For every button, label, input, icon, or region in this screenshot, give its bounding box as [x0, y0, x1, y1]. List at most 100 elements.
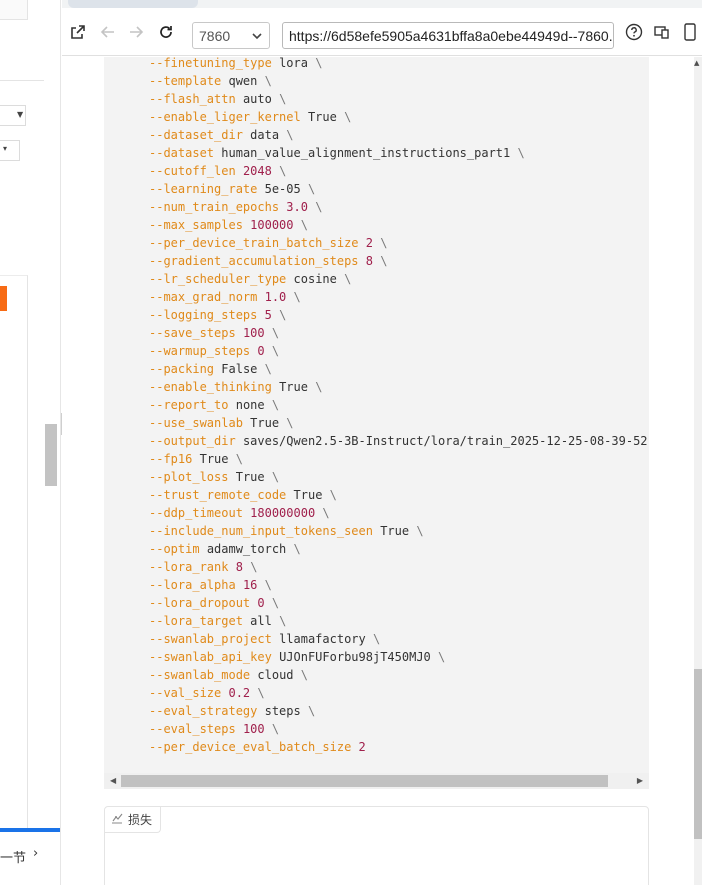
open-external-icon[interactable]: [68, 22, 88, 42]
code-value: lora: [279, 57, 308, 70]
scroll-left-icon[interactable]: ◀: [110, 776, 116, 785]
browser-tab-active[interactable]: [68, 0, 198, 8]
reload-icon[interactable]: [156, 22, 176, 42]
help-icon[interactable]: [624, 22, 644, 42]
code-value: 2: [358, 740, 366, 754]
phone-icon[interactable]: [680, 22, 700, 42]
code-value: human_value_alignment_instructions_part1: [221, 146, 511, 160]
code-line: --output_dir saves/Qwen2.5-3B-Instruct/l…: [149, 432, 649, 450]
code-value: True: [250, 416, 280, 430]
active-orange-bar[interactable]: [0, 286, 7, 311]
code-value: 2: [365, 236, 373, 250]
code-flag: --fp16: [149, 452, 193, 466]
tab-strip: [62, 0, 702, 8]
caret-down-icon: ▼: [17, 110, 24, 119]
scroll-right-icon[interactable]: ▶: [637, 776, 643, 785]
page-content: --finetuning_type lora \ --template qwen …: [62, 57, 694, 885]
left-pane-tab[interactable]: [0, 0, 28, 20]
code-line: --eval_strategy steps \: [149, 702, 649, 720]
line-continuation: \: [271, 722, 280, 736]
horizontal-scrollbar-thumb[interactable]: [121, 775, 608, 787]
line-continuation: \: [315, 200, 323, 214]
code-line: --lora_dropout 0 \: [149, 594, 649, 612]
code-line: --ddp_timeout 180000000 \: [149, 504, 649, 522]
code-flag: --finetuning_type: [149, 57, 272, 70]
left-dropdown-small[interactable]: ▾: [0, 140, 20, 161]
line-continuation: \: [315, 380, 323, 394]
code-line: --enable_liger_kernel True \: [149, 108, 649, 126]
line-continuation: \: [271, 596, 280, 610]
code-value: True: [307, 110, 337, 124]
command-code-block[interactable]: --finetuning_type lora \ --template qwen …: [104, 57, 649, 789]
code-line: --warmup_steps 0 \: [149, 342, 649, 360]
code-value: 100: [242, 326, 265, 340]
code-line: --cutoff_len 2048 \: [149, 162, 649, 180]
code-value: 8: [365, 254, 373, 268]
chevron-right-icon[interactable]: ›: [33, 846, 38, 861]
line-continuation: \: [279, 614, 287, 628]
code-line: --report_to none \: [149, 396, 649, 414]
code-line: --packing False \: [149, 360, 649, 378]
code-flag: --enable_thinking: [149, 380, 272, 394]
caret-down-icon: ▾: [3, 144, 8, 153]
left-dropdown[interactable]: ▼: [0, 105, 26, 126]
chart-icon: [111, 812, 123, 827]
line-continuation: \: [279, 164, 287, 178]
back-icon[interactable]: [98, 22, 118, 42]
code-line: --per_device_eval_batch_size 2: [149, 738, 649, 756]
code-value: 5: [264, 308, 272, 322]
code-line: --trust_remote_code True \: [149, 486, 649, 504]
code-value: 0: [257, 344, 265, 358]
code-value: 3.0: [286, 200, 308, 214]
code-line: --lora_rank 8 \: [149, 558, 649, 576]
code-line: --save_steps 100 \: [149, 324, 649, 342]
code-value: True: [380, 524, 410, 538]
code-value: llamafactory: [279, 632, 366, 646]
next-section-link[interactable]: 一节: [0, 847, 26, 866]
line-continuation: \: [307, 704, 316, 718]
vertical-scrollbar[interactable]: ▲: [694, 57, 702, 885]
code-flag: --enable_liger_kernel: [149, 110, 301, 124]
code-value: adamw_torch: [206, 542, 287, 556]
code-flag: --report_to: [149, 398, 229, 412]
code-flag: --lora_target: [149, 614, 243, 628]
vertical-scrollbar-thumb[interactable]: [694, 669, 702, 839]
scroll-up-icon[interactable]: ▲: [694, 59, 699, 67]
code-value: True: [279, 380, 308, 394]
code-line: --template qwen \: [149, 72, 649, 90]
code-line: --lr_scheduler_type cosine \: [149, 270, 649, 288]
divider: [0, 80, 44, 81]
code-flag: --ddp_timeout: [149, 506, 243, 520]
code-line: --max_samples 100000 \: [149, 216, 649, 234]
code-lines: --finetuning_type lora \ --template qwen …: [149, 57, 649, 756]
code-value: 0.2: [228, 686, 251, 700]
code-flag: --output_dir: [149, 434, 236, 448]
code-line: --use_swanlab True \: [149, 414, 649, 432]
line-continuation: \: [271, 398, 280, 412]
code-value: 100: [242, 722, 265, 736]
code-value: 5e-05: [264, 182, 301, 196]
code-line: --lora_target all \: [149, 612, 649, 630]
horizontal-scrollbar[interactable]: ◀ ▶: [104, 773, 649, 789]
code-value: 100000: [250, 218, 294, 232]
port-select[interactable]: 7860: [192, 22, 270, 49]
browser-tab[interactable]: [214, 0, 364, 8]
line-continuation: \: [300, 218, 308, 232]
code-line: --optim adamw_torch \: [149, 540, 649, 558]
line-continuation: \: [293, 290, 301, 304]
left-scrollbar-thumb[interactable]: [45, 424, 57, 486]
devices-icon[interactable]: [652, 22, 672, 42]
url-input[interactable]: https://6d58efe5905a4631bffa8a0ebe44949d…: [282, 22, 614, 49]
forward-icon[interactable]: [126, 22, 146, 42]
code-flag: --lora_rank: [149, 560, 229, 574]
line-continuation: \: [380, 254, 388, 268]
code-line: --dataset human_value_alignment_instruct…: [149, 144, 649, 162]
code-flag: --gradient_accumulation_steps: [149, 254, 359, 268]
code-flag: --learning_rate: [149, 182, 258, 196]
code-flag: --swanlab_mode: [149, 668, 251, 682]
line-continuation: \: [264, 362, 272, 376]
loss-label: 损失: [105, 807, 162, 833]
line-continuation: \: [271, 470, 280, 484]
code-flag: --trust_remote_code: [149, 488, 287, 502]
code-value: UJOnFUForbu98jT450MJ0: [279, 650, 431, 664]
